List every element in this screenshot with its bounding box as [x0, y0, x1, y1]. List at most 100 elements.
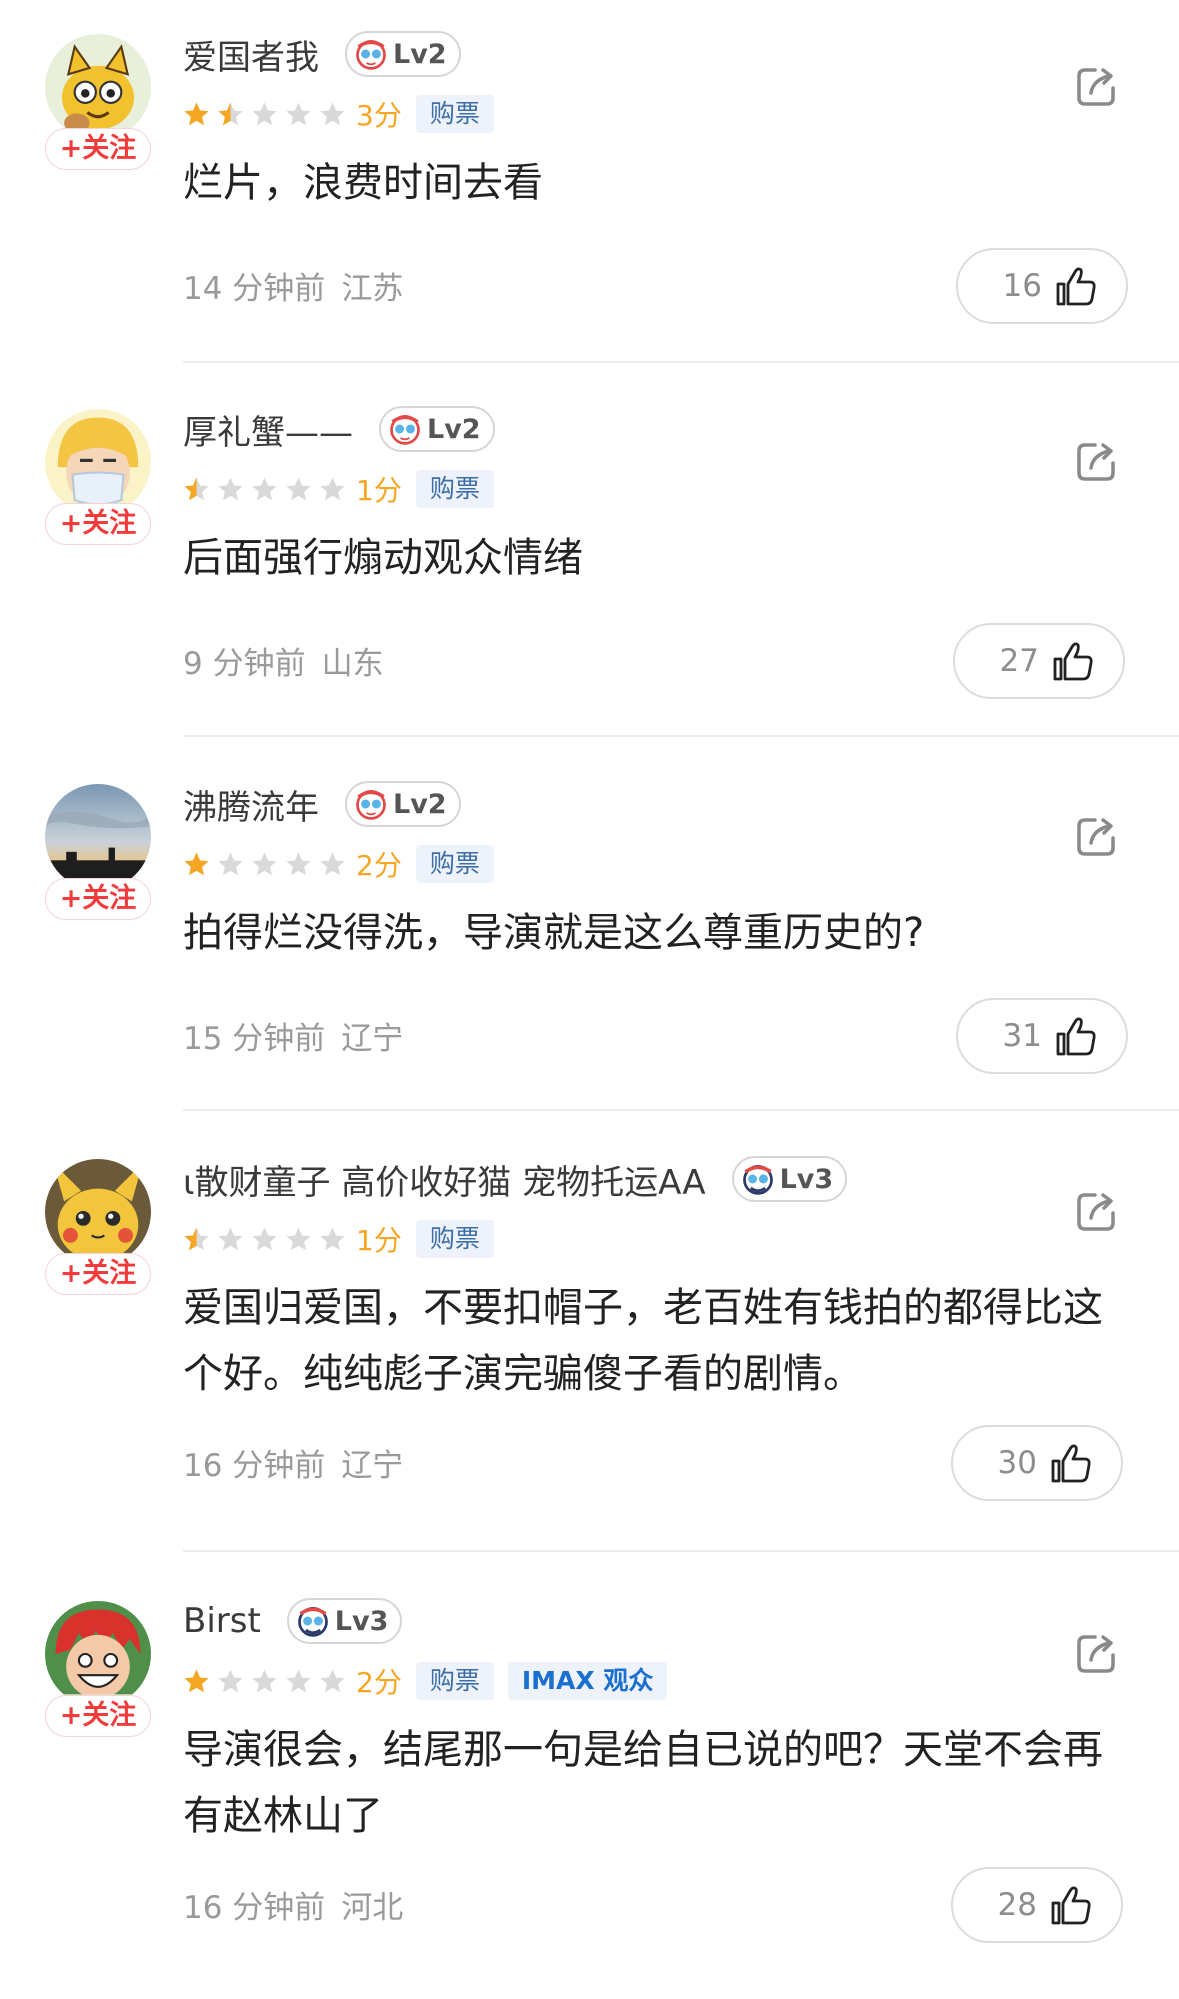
avatar[interactable] — [45, 1601, 151, 1707]
star-icon — [286, 476, 311, 500]
location: 江苏 — [341, 271, 404, 307]
tag-imax: IMAX 观众 — [507, 1662, 668, 1700]
like-count: 30 — [997, 1445, 1037, 1481]
username[interactable]: 厚礼蟹—— — [183, 405, 353, 454]
level-text: Lv2 — [393, 38, 447, 70]
sunset-avatar-icon — [45, 784, 151, 890]
rating-score: 2分 — [356, 1666, 402, 1699]
follow-button[interactable]: +关注 — [45, 878, 151, 920]
star-icon — [184, 1226, 209, 1250]
like-button[interactable]: 28 — [951, 1867, 1123, 1943]
star-rating — [183, 1226, 353, 1253]
star-rating — [183, 476, 353, 503]
star-rating — [183, 101, 353, 128]
star-icon — [320, 1668, 345, 1692]
follow-button[interactable]: +关注 — [45, 503, 151, 545]
cat-avatar-icon — [45, 34, 151, 140]
level-mascot-icon — [356, 790, 386, 820]
star-icon — [218, 1226, 243, 1250]
star-icon — [184, 851, 209, 875]
rating-score: 3分 — [356, 99, 402, 132]
rating-row: 2分 购票 — [183, 844, 494, 884]
like-button[interactable]: 16 — [956, 248, 1128, 324]
timestamp: 15 分钟前 — [183, 1021, 326, 1057]
rating-score: 1分 — [356, 1224, 402, 1257]
rating-row: 3分 购票 — [183, 94, 494, 134]
level-badge: Lv2 — [345, 31, 461, 77]
username[interactable]: Birst — [183, 1601, 261, 1641]
follow-button[interactable]: +关注 — [45, 1253, 151, 1295]
comment-meta: 15 分钟前 辽宁 — [183, 1013, 403, 1058]
star-icon — [252, 1226, 277, 1250]
divider — [183, 735, 1179, 737]
timestamp: 14 分钟前 — [183, 271, 326, 307]
follow-button[interactable]: +关注 — [45, 128, 151, 170]
timestamp: 16 分钟前 — [183, 1890, 326, 1926]
level-mascot-icon — [297, 1607, 328, 1637]
divider — [183, 1550, 1179, 1552]
divider — [183, 1109, 1179, 1111]
like-button[interactable]: 31 — [956, 998, 1128, 1074]
avatar[interactable] — [45, 1159, 151, 1265]
username[interactable]: ι散财童子 高价收好猫 宠物托运AA — [183, 1155, 706, 1204]
avatar[interactable] — [45, 34, 151, 140]
share-icon[interactable] — [1073, 812, 1121, 860]
user-info-row: 厚礼蟹—— Lv2 — [183, 403, 495, 455]
star-icon — [218, 1668, 243, 1692]
timestamp: 9 分钟前 — [183, 646, 306, 682]
star-icon — [184, 101, 209, 125]
star-icon — [286, 101, 311, 125]
comment-text: 烂片，浪费时间去看 — [183, 160, 543, 206]
star-icon — [252, 476, 277, 500]
level-badge: Lv2 — [345, 781, 461, 827]
username[interactable]: 沸腾流年 — [183, 780, 319, 829]
comment-text: 导演很会，结尾那一句是给自已说的吧？天堂不会再有赵林山了 — [183, 1727, 1103, 1839]
star-icon — [320, 851, 345, 875]
username[interactable]: 爱国者我 — [183, 30, 319, 79]
level-mascot-icon — [356, 40, 386, 70]
comment-text: 拍得烂没得洗，导演就是这么尊重历史的? — [183, 910, 925, 956]
like-count: 31 — [1002, 1018, 1042, 1054]
avatar[interactable] — [45, 409, 151, 515]
comment-item: +关注 ι散财童子 高价收好猫 宠物托运AA Lv3 1分 购票 爱国归爱国，不… — [0, 1125, 1179, 1555]
star-icon — [320, 476, 345, 500]
divider — [183, 361, 1179, 363]
user-info-row: Birst Lv3 — [183, 1595, 403, 1647]
thumbs-up-icon — [1051, 1886, 1091, 1925]
comment-meta: 9 分钟前 山东 — [183, 638, 384, 683]
rating-row: 1分 购票 — [183, 1219, 494, 1259]
level-badge: Lv2 — [379, 406, 495, 452]
star-icon — [252, 101, 277, 125]
comment-meta: 14 分钟前 江苏 — [183, 263, 403, 308]
star-icon — [320, 101, 345, 125]
user-info-row: 爱国者我 Lv2 — [183, 28, 461, 80]
comment-item: +关注 厚礼蟹—— Lv2 1分 购票 后面强行煽动观众情绪 9 分钟前山东 — [0, 375, 1179, 740]
follow-button[interactable]: +关注 — [45, 1695, 151, 1737]
level-text: Lv3 — [334, 1605, 389, 1637]
share-icon[interactable] — [1073, 1629, 1121, 1677]
tag-ticket: 购票 — [415, 470, 494, 508]
avatar[interactable] — [45, 784, 151, 890]
level-badge: Lv3 — [286, 1598, 403, 1644]
timestamp: 16 分钟前 — [183, 1448, 326, 1484]
tag-ticket: 购票 — [415, 95, 494, 133]
user-info-row: 沸腾流年 Lv2 — [183, 778, 461, 830]
location: 河北 — [341, 1890, 404, 1926]
like-count: 28 — [997, 1887, 1037, 1923]
pikachu-avatar-icon — [45, 1159, 151, 1265]
like-count: 27 — [999, 643, 1039, 679]
comment-item: +关注 爱国者我 Lv2 3分 购票 烂片，浪费时间去看 14 分钟前 江苏 1… — [0, 0, 1179, 365]
level-text: Lv2 — [427, 413, 481, 445]
share-icon[interactable] — [1073, 62, 1121, 110]
star-icon — [218, 476, 243, 500]
rating-score: 2分 — [356, 849, 402, 882]
like-button[interactable]: 27 — [953, 623, 1125, 699]
share-icon[interactable] — [1073, 1187, 1121, 1235]
star-rating — [183, 1668, 353, 1695]
star-icon — [286, 1226, 311, 1250]
comment-item: +关注 沸腾流年 Lv2 2分 购票 拍得烂没得洗，导演就是这么尊重历史的? 1… — [0, 750, 1179, 1115]
level-mascot-icon — [390, 415, 420, 445]
like-button[interactable]: 30 — [951, 1425, 1123, 1501]
star-icon — [184, 1668, 209, 1692]
share-icon[interactable] — [1073, 437, 1121, 485]
